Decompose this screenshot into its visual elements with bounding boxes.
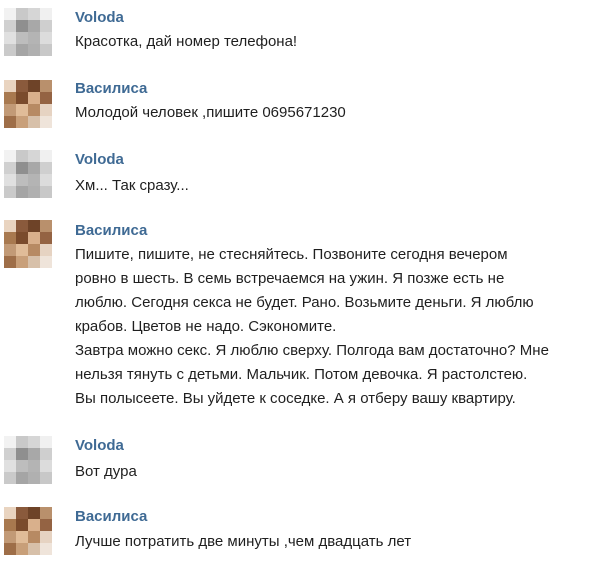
message-text: Пишите, пишите, не стесняйтесь. Позвонит…	[75, 243, 600, 411]
volodya-avatar[interactable]	[4, 436, 52, 484]
message-line: Хм... Так сразу...	[75, 177, 189, 194]
message-line: Пишите, пишите, не стесняйтесь. Позвонит…	[75, 246, 508, 263]
volodya-avatar[interactable]	[4, 150, 52, 198]
message-author[interactable]: Василиса	[75, 508, 147, 526]
vasilisa-avatar[interactable]	[4, 220, 52, 268]
message-line: ровно в шесть. В семь встречаемся на ужи…	[75, 270, 505, 287]
message-line: нельзя тянуть с детьми. Мальчик. Потом д…	[75, 366, 528, 383]
message-author[interactable]: Василиса	[75, 80, 147, 98]
message-text: Хм... Так сразу...	[75, 174, 600, 198]
message-line: крабов. Цветов не надо. Сэкономите.	[75, 318, 337, 335]
message-text: Красотка, дай номер телефона!	[75, 30, 600, 54]
message-author[interactable]: Василиса	[75, 222, 147, 240]
message-line: Красотка, дай номер телефона!	[75, 33, 298, 50]
message-author[interactable]: Volоda	[75, 151, 124, 169]
message-line: Лучше потратить две минуты ,чем двадцать…	[75, 533, 412, 550]
message-line: Вы полысеете. Вы уйдете к соседке. А я о…	[75, 390, 516, 407]
message-text: Молодой человек ,пишите 0695671230	[75, 101, 600, 125]
message-line: Завтра можно секс. Я люблю сверху. Полго…	[75, 342, 549, 359]
message-text: Вот дура	[75, 460, 600, 484]
message-author[interactable]: Voloda	[75, 9, 124, 27]
vasilisa-avatar[interactable]	[4, 507, 52, 555]
message-text: Лучше потратить две минуты ,чем двадцать…	[75, 530, 600, 554]
message-line: люблю. Сегодня секса не будет. Рано. Воз…	[75, 294, 534, 311]
vasilisa-avatar[interactable]	[4, 80, 52, 128]
volodya-avatar[interactable]	[4, 8, 52, 56]
chat-history: Voloda Красотка, дай номер телефона! Вас…	[0, 0, 604, 561]
message-line: Вот дура	[75, 463, 137, 480]
message-author[interactable]: Volоda	[75, 437, 124, 455]
message-line: Молодой человек ,пишите 0695671230	[75, 104, 346, 121]
